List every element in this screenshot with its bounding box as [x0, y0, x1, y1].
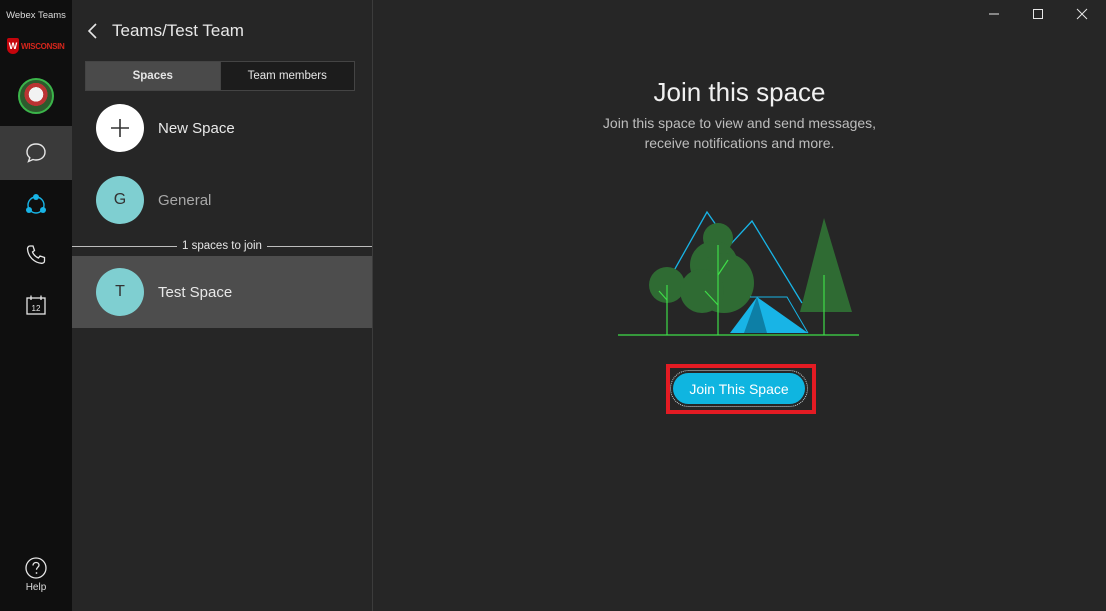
calendar-day: 12 — [32, 304, 41, 313]
space-avatar: G — [96, 176, 144, 224]
space-avatar: T — [96, 268, 144, 316]
crest-icon: W — [7, 38, 19, 54]
help-label: Help — [25, 582, 47, 593]
space-name: General — [158, 191, 212, 209]
org-logo: W WISCONSIN — [7, 38, 67, 54]
join-subtitle: Join this space to view and send message… — [373, 113, 1106, 153]
help-button[interactable]: Help — [0, 556, 72, 600]
join-title: Join this space — [653, 77, 826, 107]
rail-calls-button[interactable] — [0, 228, 72, 282]
camping-illustration — [618, 210, 859, 336]
rail-messaging-button[interactable] — [0, 126, 72, 180]
rail-teams-button[interactable] — [0, 178, 72, 232]
close-icon — [1076, 8, 1088, 20]
space-name: Test Space — [158, 283, 233, 301]
phone-icon — [26, 245, 46, 264]
close-button[interactable] — [1060, 0, 1104, 28]
new-space-avatar — [96, 104, 144, 152]
org-logo-text: WISCONSIN — [21, 41, 65, 51]
spaces-to-join-separator: 1 spaces to join — [72, 238, 373, 254]
join-subtitle-line-1: Join this space to view and send message… — [602, 115, 877, 131]
maximize-button[interactable] — [1016, 0, 1060, 28]
calendar-icon: 12 — [26, 295, 46, 315]
back-arrow-icon[interactable] — [86, 22, 100, 40]
list-item[interactable]: T Test Space — [72, 256, 372, 328]
minimize-button[interactable] — [972, 0, 1016, 28]
plus-icon — [111, 119, 129, 137]
new-space-label: New Space — [158, 119, 235, 137]
tab-spaces[interactable]: Spaces — [86, 62, 220, 90]
new-space-button[interactable]: New Space — [72, 92, 372, 164]
join-this-space-button[interactable]: Join This Space — [670, 370, 808, 407]
help-icon — [25, 557, 47, 579]
separator-label: 1 spaces to join — [182, 240, 262, 252]
list-item[interactable]: G General — [72, 164, 372, 236]
user-avatar[interactable] — [18, 78, 54, 114]
maximize-icon — [1033, 9, 1043, 19]
webex-teams-window: Webex Teams W WISCONSIN 12 Help Teams/Te… — [0, 0, 1106, 611]
panel-tabs: Spaces Team members — [85, 61, 355, 91]
teams-icon — [26, 194, 46, 214]
left-rail: Webex Teams W WISCONSIN 12 Help — [0, 0, 72, 611]
app-title: Webex Teams — [6, 10, 66, 21]
minimize-icon — [989, 13, 999, 15]
chat-bubble-icon — [26, 143, 46, 163]
tab-team-members[interactable]: Team members — [219, 62, 354, 90]
rail-meetings-button[interactable]: 12 — [0, 278, 72, 332]
panel-title: Teams/Test Team — [112, 21, 244, 40]
spaces-panel: Teams/Test Team Spaces Team members New … — [72, 0, 373, 611]
join-subtitle-line-2: receive notifications and more. — [644, 135, 835, 151]
